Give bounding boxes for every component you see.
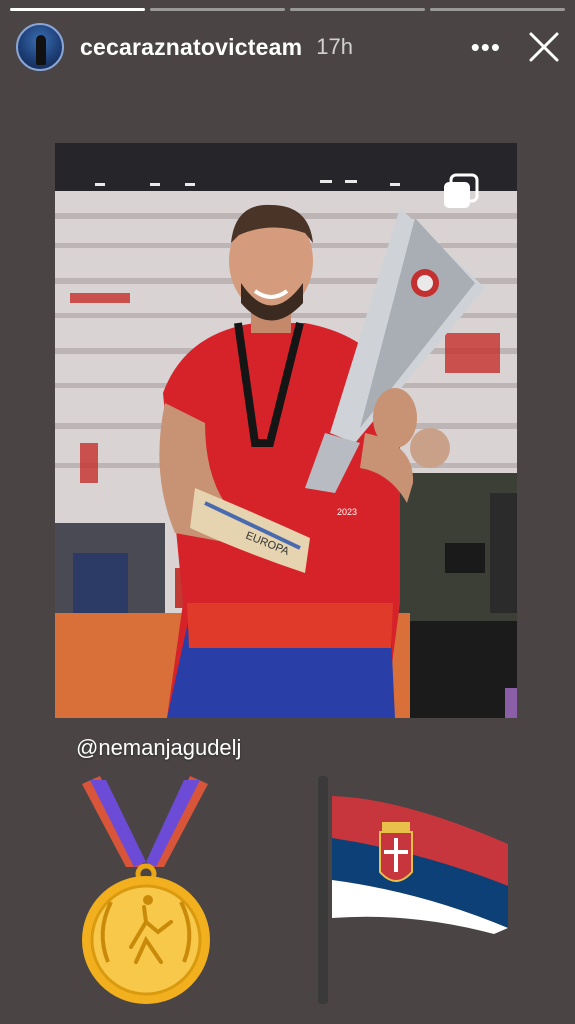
more-options-icon[interactable]: ••• [471, 34, 501, 60]
story-header: cecaraznatovicteam 17h ••• [16, 22, 561, 72]
mention-sticker[interactable]: @nemanjagudelj [76, 735, 241, 761]
multiple-photos-icon [444, 173, 479, 208]
username[interactable]: cecaraznatovicteam [80, 34, 302, 61]
avatar[interactable] [16, 23, 64, 71]
trophy-year: 2023 [337, 507, 357, 517]
story-progress-bar [10, 8, 565, 11]
progress-segment [290, 8, 425, 11]
progress-segment [10, 8, 145, 11]
timestamp: 17h [316, 34, 353, 59]
shared-post-photo[interactable]: EUROPA 2023 [55, 143, 517, 718]
medal-ribbon [82, 776, 208, 867]
medal-sticker[interactable] [76, 772, 216, 1007]
serbia-flag-sticker[interactable] [312, 772, 512, 1007]
progress-segment [150, 8, 285, 11]
progress-segment [430, 8, 565, 11]
close-icon[interactable] [527, 30, 561, 64]
flag-pole [318, 776, 328, 1004]
serbian-coat-of-arms-icon [379, 822, 413, 882]
